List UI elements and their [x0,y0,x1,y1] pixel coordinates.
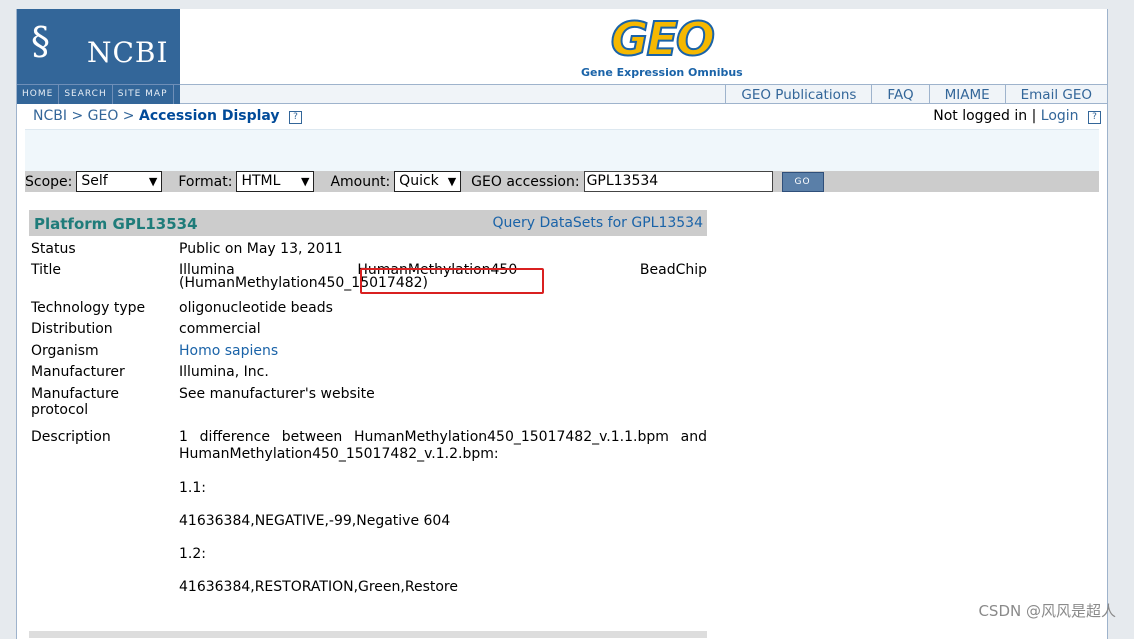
field-label: Organism [31,343,99,359]
field-label: Technology type [31,300,146,316]
accession-input[interactable]: GPL13534 [583,171,773,192]
breadcrumb-geo[interactable]: GEO [88,108,119,124]
nav-search[interactable]: SEARCH [59,85,113,104]
help-icon[interactable]: ? [1088,111,1101,124]
highlight-box [360,268,544,294]
row-technology: Technology type oligonucleotide beads [31,300,707,321]
amount-value: Quick [399,173,439,189]
field-value: Public on May 13, 2011 [179,241,343,257]
amount-select[interactable]: Quick ▼ [394,171,462,192]
title-part: BeadChip [639,262,707,278]
login-separator: | [1031,108,1037,124]
nav-site-map[interactable]: SITE MAP [113,85,174,104]
chevron-down-icon: ▼ [447,175,457,188]
amount-label: Amount: [330,173,391,190]
geo-top-links: GEO Publications FAQ MIAME Email GEO [180,85,1107,104]
field-value: 1 difference between HumanMethylation450… [179,429,707,595]
field-label: Status [31,241,76,257]
page-frame: § NCBI GEO Gene Expression Omnibus HOME … [16,9,1108,639]
geo-subtitle: Gene Expression Omnibus [581,66,743,79]
geo-logo[interactable]: GEO Gene Expression Omnibus [581,12,743,79]
field-value: See manufacturer's website [179,386,375,402]
login-status: Not logged in | Login ? [933,108,1101,124]
field-value: oligonucleotide beads [179,300,333,316]
help-icon[interactable]: ? [289,111,303,124]
display-controls: Scope: Self ▼ Format: HTML ▼ Amount: Quick… [25,171,1099,192]
link-faq[interactable]: FAQ [871,85,928,103]
nav-home[interactable]: HOME [17,85,60,104]
format-value: HTML [241,173,281,189]
chevron-down-icon: ▼ [300,175,310,188]
query-datasets-link[interactable]: Query DataSets for GPL13534 [493,215,704,231]
row-manufacture-protocol: Manufacture protocol See manufacturer's … [31,386,707,429]
ncbi-navbar: HOME SEARCH SITE MAP [17,84,180,104]
link-geo-publications[interactable]: GEO Publications [725,85,871,103]
link-email-geo[interactable]: Email GEO [1004,85,1107,103]
field-label: Title [31,262,62,278]
description-text: 1.2: [179,546,206,562]
login-link[interactable]: Login [1041,108,1079,124]
platform-header: Platform GPL13534 Query DataSets for GPL… [29,210,707,236]
scope-label: Scope: [25,173,73,190]
row-manufacturer: Manufacturer Illumina, Inc. [31,364,707,386]
breadcrumb-separator: > [71,108,84,124]
row-distribution: Distribution commercial [31,321,707,343]
platform-title: Platform GPL13534 [34,215,198,233]
breadcrumb-separator: > [122,108,135,124]
field-value: Illumina, Inc. [179,364,269,380]
field-label: Manufacture protocol [31,386,120,418]
organism-link[interactable]: Homo sapiens [179,343,707,364]
login-status-text: Not logged in [933,108,1028,124]
breadcrumb: NCBI > GEO > Accession Display ? [33,108,303,124]
format-label: Format: [178,173,233,190]
info-panel [25,129,1099,172]
field-label: Description [31,429,111,445]
description-text: 1 difference between HumanMethylation450… [179,429,707,462]
breadcrumb-ncbi[interactable]: NCBI [33,108,67,124]
scope-value: Self [81,173,108,189]
description-text: 41636384,RESTORATION,Green,Restore [179,579,458,595]
geo-logo-text: GEO [610,12,716,66]
platform-details: Status Public on May 13, 2011 Title Illu… [31,241,707,595]
chevron-down-icon: ▼ [148,175,158,188]
watermark: CSDN @风风是超人 [978,602,1116,620]
link-miame[interactable]: MIAME [928,85,1005,103]
dna-helix-icon: § [31,19,50,63]
row-organism: Organism Homo sapiens [31,343,707,364]
row-status: Status Public on May 13, 2011 [31,241,707,262]
accession-label: GEO accession: [471,173,580,190]
scope-select[interactable]: Self ▼ [76,171,163,192]
row-description: Description 1 difference between HumanMe… [31,429,707,595]
breadcrumb-current: Accession Display [138,108,280,124]
field-label: Distribution [31,321,113,337]
description-text: 1.1: [179,480,206,496]
field-value: commercial [179,321,261,337]
field-label: Manufacturer [31,364,125,380]
header-banner: GEO Gene Expression Omnibus [180,9,1107,85]
go-button[interactable]: GO [781,171,824,192]
ncbi-logo-text: NCBI [87,36,169,69]
description-text: 41636384,NEGATIVE,-99,Negative 604 [179,513,451,529]
ncbi-logo[interactable]: § NCBI [17,9,180,84]
next-section-bar [29,631,707,638]
format-select[interactable]: HTML ▼ [236,171,315,192]
